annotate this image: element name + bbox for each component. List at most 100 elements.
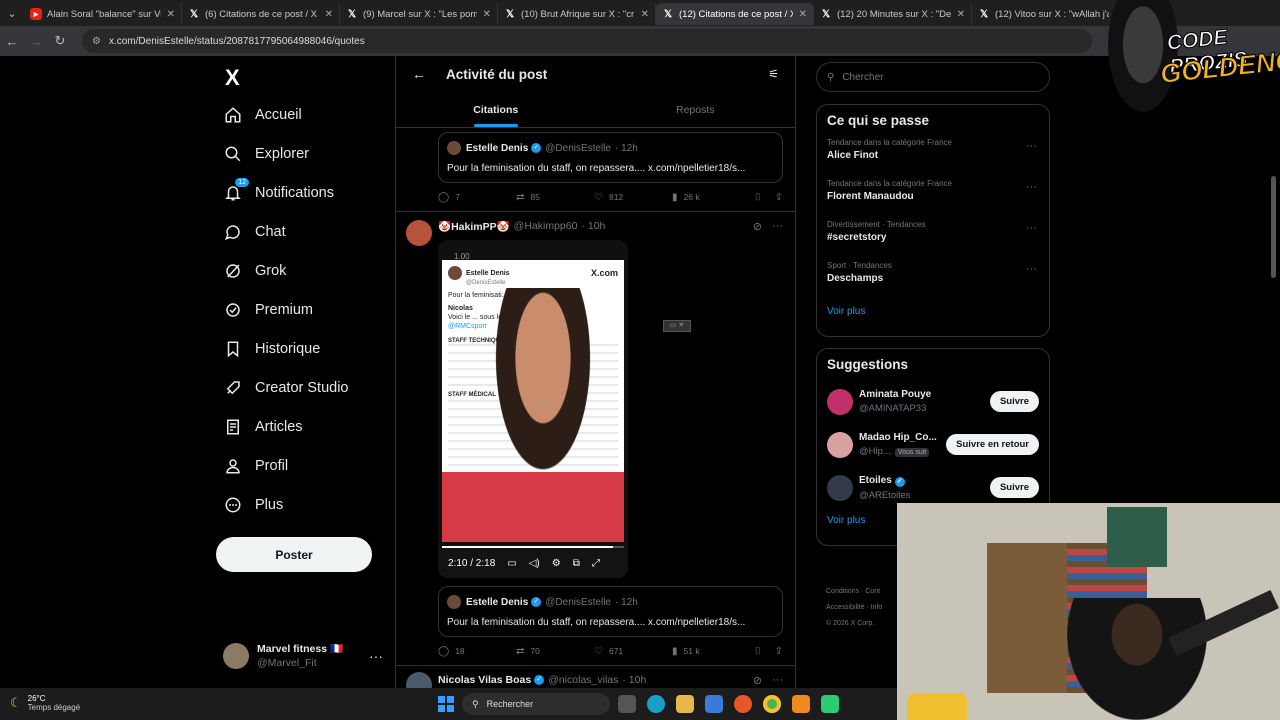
nav-item-history[interactable]: Historique	[223, 334, 320, 364]
close-tab-icon[interactable]: ✕	[957, 9, 965, 20]
browser-tab[interactable]: 𝕏(12) 20 Minutes sur X : "Des sy✕	[814, 3, 972, 25]
x-logo-icon[interactable]: X	[225, 65, 240, 91]
follow-button[interactable]: Suivre	[989, 391, 1039, 412]
taskbar-search[interactable]: ⚲ Rechercher	[462, 693, 610, 715]
avatar	[406, 220, 432, 246]
reply-button[interactable]: ◯ 7	[438, 192, 516, 203]
views-button[interactable]: ▮ 26 k	[672, 192, 750, 203]
notification-badge: 12	[235, 178, 249, 187]
file-explorer-icon[interactable]	[676, 695, 694, 713]
quoted-post-card[interactable]: Estelle Denis ✓ @DenisEstelle · 12h Pour…	[438, 132, 783, 183]
fullscreen-icon[interactable]: ⤢	[592, 558, 600, 569]
see-more-link[interactable]: Voir plus	[817, 300, 1049, 327]
views-button[interactable]: ▮ 51 k	[672, 646, 750, 657]
forward-arrow-icon[interactable]: →	[24, 34, 48, 49]
post-button[interactable]: Poster	[216, 537, 372, 572]
close-tab-icon[interactable]: ✕	[167, 9, 175, 20]
suggestion-item[interactable]: Aminata Pouye @AMINATAP33 Suivre	[817, 380, 1049, 423]
bookmark-icon[interactable]: ⌷	[755, 192, 761, 203]
windows-start-icon[interactable]	[438, 696, 454, 712]
avatar	[448, 266, 462, 280]
edge-icon[interactable]	[647, 695, 665, 713]
browser-tab-bar: ⌄ ▶Alain Soral "balance" sur Vincen✕ 𝕏(6…	[0, 0, 1280, 26]
trend-item[interactable]: Tendance dans la catégorie France Alice F…	[817, 136, 1049, 177]
trend-item[interactable]: Tendance dans la catégorie France Florent…	[817, 177, 1049, 218]
more-options-icon[interactable]: ···	[772, 674, 783, 687]
weather-widget[interactable]: ☾ 26°C Temps dégagé	[10, 694, 80, 712]
pip-icon[interactable]: ⧉	[573, 558, 580, 569]
video-player[interactable]: 1.00 Estelle Denis X.com @DenisEstelle P…	[438, 240, 628, 578]
account-switcher[interactable]: Marvel fitness 🇫🇷 @Marvel_Fit ···	[223, 642, 383, 669]
nav-item-explore[interactable]: Explorer	[223, 139, 309, 169]
share-icon[interactable]: ⇪	[775, 192, 783, 203]
quoted-post-card[interactable]: Estelle Denis ✓ @DenisEstelle · 12h Pour…	[438, 586, 783, 637]
trend-item[interactable]: Sport · Tendances Deschamps ···	[817, 259, 1049, 300]
more-options-icon[interactable]: ···	[1026, 222, 1037, 234]
settings-gear-icon[interactable]: ⚙	[552, 558, 561, 569]
close-tab-icon[interactable]: ✕	[325, 9, 333, 20]
search-input[interactable]: ⚲ Chercher	[816, 62, 1050, 92]
site-settings-icon[interactable]: ⚙	[92, 36, 101, 47]
url-field[interactable]: ⚙ x.com/DenisEstelle/status/208781779506…	[82, 29, 1092, 53]
like-button[interactable]: ♡ 812	[594, 192, 672, 203]
back-arrow-icon[interactable]: ←	[0, 34, 24, 49]
browser-tab[interactable]: ▶Alain Soral "balance" sur Vincen✕	[24, 3, 182, 25]
reply-button[interactable]: ◯ 18	[438, 646, 516, 657]
nav-item-grok[interactable]: Grok	[223, 256, 286, 286]
nav-item-notifications[interactable]: 12 Notifications	[223, 178, 334, 208]
browser-tab[interactable]: 𝕏(10) Brut Afrique sur X : "cr En✕	[498, 3, 656, 25]
vlc-icon[interactable]	[792, 695, 810, 713]
reload-icon[interactable]: ↻	[48, 33, 72, 49]
more-options-icon[interactable]: ···	[369, 648, 383, 664]
share-icon[interactable]: ⇪	[775, 646, 783, 657]
tab-reposts[interactable]: Reposts	[596, 92, 796, 127]
grok-icon[interactable]: ⊘	[753, 220, 762, 233]
back-arrow-icon[interactable]: ←	[412, 66, 426, 82]
trend-item[interactable]: Divertissement · Tendances #secretstory ··…	[817, 218, 1049, 259]
repost-button[interactable]: ⇄ 70	[516, 646, 594, 657]
nav-item-home[interactable]: Accueil	[223, 100, 302, 130]
suggestion-item[interactable]: Madao Hip_Co... @Hip... Vous suit Suivre e…	[817, 423, 1049, 466]
more-options-icon[interactable]: ···	[1026, 263, 1037, 275]
more-options-icon[interactable]: ···	[772, 220, 783, 233]
nav-item-premium[interactable]: Premium	[223, 295, 313, 325]
chrome-icon[interactable]	[763, 695, 781, 713]
post-activity-column: ← Activité du post ⚟ Citations Reposts E…	[395, 56, 796, 688]
like-button[interactable]: ♡ 671	[594, 646, 672, 657]
volume-icon[interactable]: ◁)	[529, 558, 540, 569]
follow-button[interactable]: Suivre	[989, 477, 1039, 498]
browser-tab-active[interactable]: 𝕏 (12) Citations de ce post / X ✕	[656, 3, 814, 25]
browser-tab[interactable]: 𝕏 (6) Citations de ce post / X ✕	[182, 3, 340, 25]
nav-item-profile[interactable]: Profil	[223, 451, 288, 481]
bookmark-icon[interactable]: ⌷	[755, 646, 761, 657]
x-icon: 𝕏	[347, 8, 357, 20]
quote-post[interactable]: Nicolas Vilas Boas ✓ @nicolas_vilas · 10…	[396, 665, 795, 688]
stream-logo-overlay: CODE PROZIS GOLDENG	[1108, 0, 1280, 112]
filter-settings-icon[interactable]: ⚟	[768, 67, 779, 81]
browser-tab[interactable]: 𝕏(12) Vitoo sur X : "wAllah j'a✕	[972, 3, 1130, 25]
captions-icon[interactable]: ▭	[507, 558, 516, 569]
store-icon[interactable]	[705, 695, 723, 713]
grok-icon[interactable]: ⊘	[753, 674, 762, 687]
tab-citations[interactable]: Citations	[396, 92, 596, 127]
tab-list-chevron-icon[interactable]: ⌄	[0, 0, 24, 26]
page-scrollbar[interactable]	[1271, 176, 1276, 278]
close-tab-icon[interactable]: ✕	[799, 9, 807, 20]
nav-item-articles[interactable]: Articles	[223, 412, 303, 442]
close-tab-icon[interactable]: ✕	[483, 9, 491, 20]
follow-back-button[interactable]: Suivre en retour	[946, 434, 1039, 455]
firefox-icon[interactable]	[734, 695, 752, 713]
close-tab-icon[interactable]: ✕	[641, 9, 649, 20]
quote-post[interactable]: 🤡HakimPP🤡 @Hakimpp60 · 10h ⊘ ··· 1.00 Est…	[396, 211, 795, 665]
browser-tab[interactable]: 𝕏(9) Marcel sur X : "Les pompier✕	[340, 3, 498, 25]
app-icon[interactable]	[821, 695, 839, 713]
x-icon: 𝕏	[979, 8, 989, 20]
taskbar-apps	[618, 695, 839, 713]
taskview-icon[interactable]	[618, 695, 636, 713]
repost-button[interactable]: ⇄ 85	[516, 192, 594, 203]
nav-item-creator-studio[interactable]: Creator Studio	[223, 373, 349, 403]
more-options-icon[interactable]: ···	[1026, 181, 1037, 193]
nav-item-chat[interactable]: Chat	[223, 217, 286, 247]
nav-item-more[interactable]: Plus	[223, 490, 283, 520]
more-options-icon[interactable]: ···	[1026, 140, 1037, 152]
